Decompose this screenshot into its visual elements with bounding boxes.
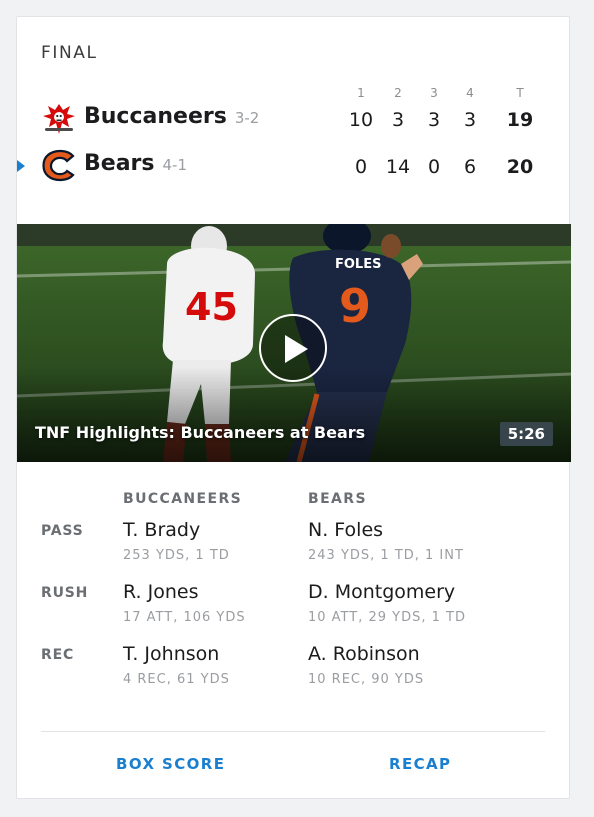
score-q3: 3 — [427, 109, 441, 131]
score-total: 19 — [506, 109, 534, 131]
score-q2: 14 — [385, 156, 411, 178]
leader-player-name[interactable]: A. Robinson — [308, 643, 420, 665]
leader-player-name[interactable]: N. Foles — [308, 519, 383, 541]
leader-stat-line: 4 REC, 61 YDS — [123, 672, 230, 687]
team-name-buccaneers[interactable]: Buccaneers 3-2 — [84, 104, 259, 129]
leader-stat-line: 10 ATT, 29 YDS, 1 TD — [308, 610, 466, 625]
leader-stat-line: 253 YDS, 1 TD — [123, 548, 230, 563]
team-record: 3-2 — [234, 109, 260, 127]
leader-stat-line: 17 ATT, 106 YDS — [123, 610, 246, 625]
team-row-buccaneers[interactable]: Buccaneers 3-2 10 3 3 3 19 — [17, 99, 571, 139]
score-q1: 0 — [354, 156, 368, 178]
stat-label-rec: REC — [41, 647, 75, 663]
team-name-label: Buccaneers — [84, 104, 227, 129]
quarter-header-4: 4 — [466, 86, 474, 100]
team-name-label: Bears — [84, 151, 155, 176]
video-title[interactable]: TNF Highlights: Buccaneers at Bears — [35, 423, 365, 442]
quarter-header-2: 2 — [394, 86, 402, 100]
bears-logo-icon — [39, 147, 79, 185]
team-name-bears[interactable]: Bears 4-1 — [84, 151, 187, 176]
leader-stat-line: 243 YDS, 1 TD, 1 INT — [308, 548, 464, 563]
score-q1: 10 — [348, 109, 374, 131]
team-row-bears[interactable]: Bears 4-1 0 14 0 6 20 — [17, 146, 571, 186]
leader-player-name[interactable]: T. Johnson — [123, 643, 219, 665]
play-icon — [285, 335, 308, 363]
play-button[interactable] — [259, 314, 327, 382]
quarter-header-3: 3 — [430, 86, 438, 100]
leader-stat-line: 10 REC, 90 YDS — [308, 672, 425, 687]
quarter-header-1: 1 — [357, 86, 365, 100]
leader-player-name[interactable]: T. Brady — [123, 519, 200, 541]
leader-player-name[interactable]: D. Montgomery — [308, 581, 455, 603]
stat-label-rush: RUSH — [41, 585, 89, 601]
game-card: FINAL 1 2 3 4 T Buccaneers 3-2 10 3 3 3 1… — [16, 16, 571, 799]
stat-label-pass: PASS — [41, 523, 84, 539]
score-total: 20 — [506, 156, 534, 178]
highlight-video[interactable]: 45 9 FOLES TNF Highlights: Buccaneers at… — [17, 224, 571, 462]
game-status: FINAL — [41, 43, 98, 63]
winner-arrow-icon — [17, 160, 25, 172]
recap-link[interactable]: RECAP — [389, 755, 451, 773]
score-q4: 6 — [463, 156, 477, 178]
video-duration-badge: 5:26 — [499, 422, 553, 446]
score-q3: 0 — [427, 156, 441, 178]
score-q4: 3 — [463, 109, 477, 131]
box-score-link[interactable]: BOX SCORE — [116, 755, 225, 773]
team-record: 4-1 — [162, 156, 187, 174]
buccaneers-logo-icon — [39, 100, 79, 138]
leaders-team-header-buccaneers: BUCCANEERS — [123, 491, 243, 507]
leader-player-name[interactable]: R. Jones — [123, 581, 198, 603]
leaders-team-header-bears: BEARS — [308, 491, 367, 507]
score-q2: 3 — [391, 109, 405, 131]
quarter-header-total: T — [516, 86, 524, 100]
divider — [41, 731, 545, 732]
